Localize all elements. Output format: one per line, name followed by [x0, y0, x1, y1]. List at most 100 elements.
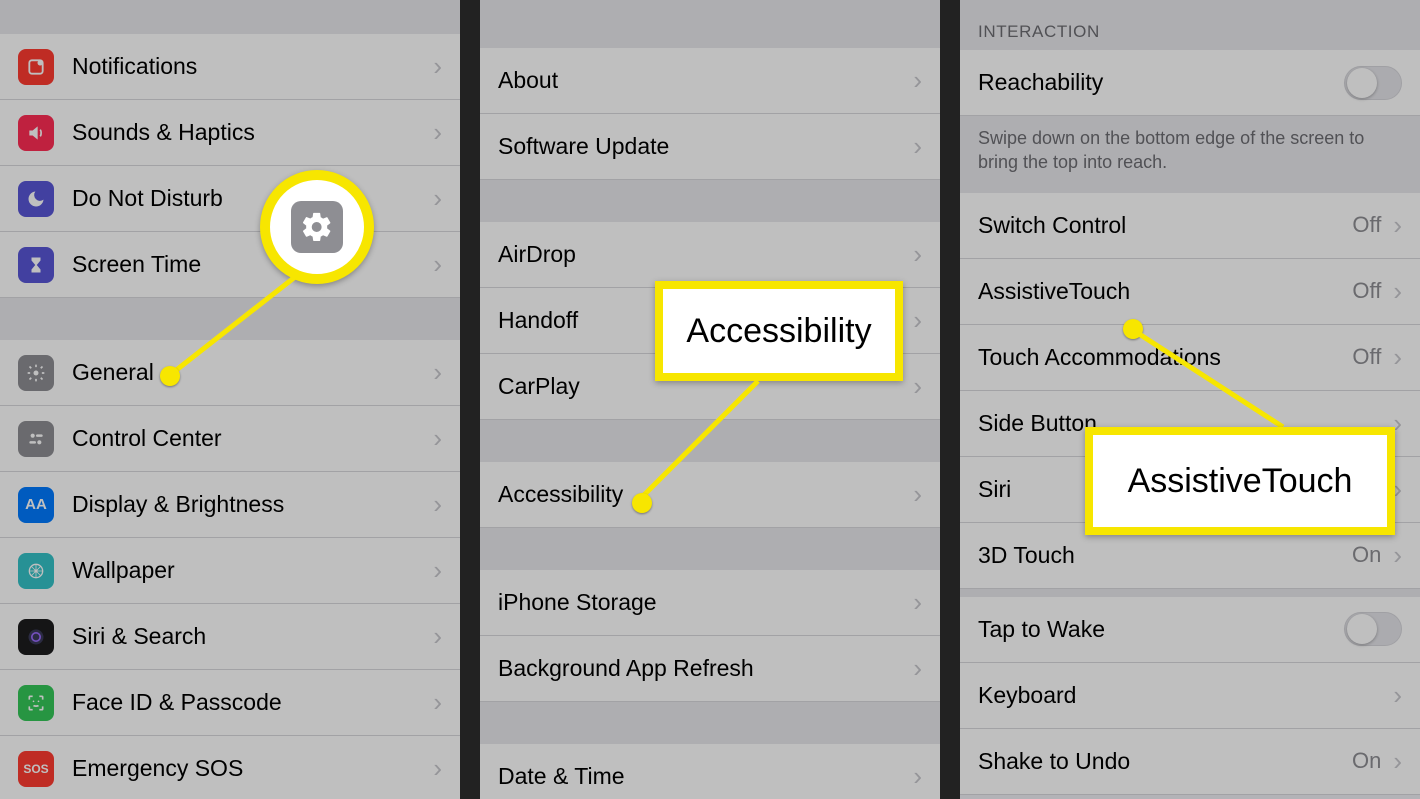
chevron-right-icon: ›	[1389, 408, 1402, 439]
row-value: Off	[1352, 344, 1381, 370]
hourglass-icon	[18, 247, 54, 283]
row-label: General	[72, 359, 429, 386]
row-shaketoundo[interactable]: Shake to UndoOn ›	[960, 729, 1420, 795]
chevron-right-icon: ›	[909, 653, 922, 684]
display-icon: AA	[18, 487, 54, 523]
general-settings-panel: About›Software Update› AirDrop›Handoff›C…	[480, 0, 940, 799]
row-taptowake[interactable]: Tap to Wake	[960, 597, 1420, 663]
row-siri[interactable]: Siri & Search›	[0, 604, 460, 670]
row-display[interactable]: AADisplay & Brightness›	[0, 472, 460, 538]
row-notifications[interactable]: Notifications›	[0, 34, 460, 100]
row-label: Background App Refresh	[498, 655, 909, 682]
chevron-right-icon: ›	[909, 131, 922, 162]
row-label: Date & Time	[498, 763, 909, 790]
row-about[interactable]: About›	[480, 48, 940, 114]
row-label: Face ID & Passcode	[72, 689, 429, 716]
row-label: Sounds & Haptics	[72, 119, 429, 146]
row-label: Reachability	[978, 69, 1344, 96]
row-label: Side Button	[978, 410, 1389, 437]
row-label: Display & Brightness	[72, 491, 429, 518]
row-keyboard[interactable]: Keyboard›	[960, 663, 1420, 729]
row-value: On	[1352, 542, 1381, 568]
chevron-right-icon: ›	[909, 761, 922, 792]
row-label: Switch Control	[978, 212, 1352, 239]
chevron-right-icon: ›	[429, 183, 442, 214]
chevron-right-icon: ›	[429, 555, 442, 586]
toggle-reachability[interactable]	[1344, 66, 1402, 100]
row-wallpaper[interactable]: Wallpaper›	[0, 538, 460, 604]
row-label: Software Update	[498, 133, 909, 160]
row-label: Handoff	[498, 307, 909, 334]
row-assistivetouch[interactable]: AssistiveTouchOff›	[960, 259, 1420, 325]
toggle-taptowake[interactable]	[1344, 612, 1402, 646]
chevron-right-icon: ›	[1389, 680, 1402, 711]
row-label: Wallpaper	[72, 557, 429, 584]
row-label: Notifications	[72, 53, 429, 80]
row-sidebutton[interactable]: Side Button›	[960, 391, 1420, 457]
row-bgrefresh[interactable]: Background App Refresh›	[480, 636, 940, 702]
section-header-interaction: INTERACTION	[960, 0, 1420, 50]
row-storage[interactable]: iPhone Storage›	[480, 570, 940, 636]
sos-icon: SOS	[18, 751, 54, 787]
row-label: AirDrop	[498, 241, 909, 268]
row-label: Accessibility	[498, 481, 909, 508]
row-label: CarPlay	[498, 373, 909, 400]
row-label: Touch Accommodations	[978, 344, 1352, 371]
gear-icon	[18, 355, 54, 391]
row-label: Tap to Wake	[978, 616, 1344, 643]
row-controlcenter[interactable]: Control Center›	[0, 406, 460, 472]
chevron-right-icon: ›	[1389, 342, 1402, 373]
row-label: Shake to Undo	[978, 748, 1352, 775]
siri-icon	[18, 619, 54, 655]
chevron-right-icon: ›	[909, 587, 922, 618]
row-value: Off	[1352, 212, 1381, 238]
reachability-note: Swipe down on the bottom edge of the scr…	[960, 116, 1420, 193]
chevron-right-icon: ›	[1389, 474, 1402, 505]
row-general[interactable]: General›	[0, 340, 460, 406]
row-sounds[interactable]: Sounds & Haptics›	[0, 100, 460, 166]
row-label: AssistiveTouch	[978, 278, 1352, 305]
row-sos[interactable]: SOS Emergency SOS›	[0, 736, 460, 799]
chevron-right-icon: ›	[1389, 276, 1402, 307]
row-label: 3D Touch	[978, 542, 1352, 569]
row-accessibility[interactable]: Accessibility›	[480, 462, 940, 528]
chevron-right-icon: ›	[909, 479, 922, 510]
row-label: Emergency SOS	[72, 755, 429, 782]
row-carplay[interactable]: CarPlay›	[480, 354, 940, 420]
row-handoff[interactable]: Handoff›	[480, 288, 940, 354]
row-label: Siri	[978, 476, 1389, 503]
row-switchcontrol[interactable]: Switch ControlOff ›	[960, 193, 1420, 259]
row-screentime[interactable]: Screen Time›	[0, 232, 460, 298]
row-siri-row[interactable]: Siri›	[960, 457, 1420, 523]
row-datetime[interactable]: Date & Time›	[480, 744, 940, 799]
controls-icon	[18, 421, 54, 457]
row-touchaccom[interactable]: Touch AccommodationsOff ›	[960, 325, 1420, 391]
row-dnd[interactable]: Do Not Disturb›	[0, 166, 460, 232]
chevron-right-icon: ›	[909, 305, 922, 336]
row-label: Keyboard	[978, 682, 1389, 709]
chevron-right-icon: ›	[429, 117, 442, 148]
wallpaper-icon	[18, 553, 54, 589]
moon-icon	[18, 181, 54, 217]
settings-main-panel: Notifications›Sounds & Haptics›Do Not Di…	[0, 0, 460, 799]
row-update[interactable]: Software Update›	[480, 114, 940, 180]
chevron-right-icon: ›	[1389, 540, 1402, 571]
row-value: On	[1352, 748, 1381, 774]
chevron-right-icon: ›	[429, 423, 442, 454]
faceid-icon	[18, 685, 54, 721]
sounds-icon	[18, 115, 54, 151]
row-label: Control Center	[72, 425, 429, 452]
chevron-right-icon: ›	[429, 687, 442, 718]
row-airdrop[interactable]: AirDrop›	[480, 222, 940, 288]
row-reachability[interactable]: Reachability	[960, 50, 1420, 116]
chevron-right-icon: ›	[429, 51, 442, 82]
row-3dtouch[interactable]: 3D TouchOn ›	[960, 523, 1420, 589]
row-faceid[interactable]: Face ID & Passcode›	[0, 670, 460, 736]
chevron-right-icon: ›	[909, 239, 922, 270]
chevron-right-icon: ›	[1389, 210, 1402, 241]
row-label: Do Not Disturb	[72, 185, 429, 212]
chevron-right-icon: ›	[1389, 746, 1402, 777]
row-label: Siri & Search	[72, 623, 429, 650]
chevron-right-icon: ›	[429, 753, 442, 784]
chevron-right-icon: ›	[429, 357, 442, 388]
